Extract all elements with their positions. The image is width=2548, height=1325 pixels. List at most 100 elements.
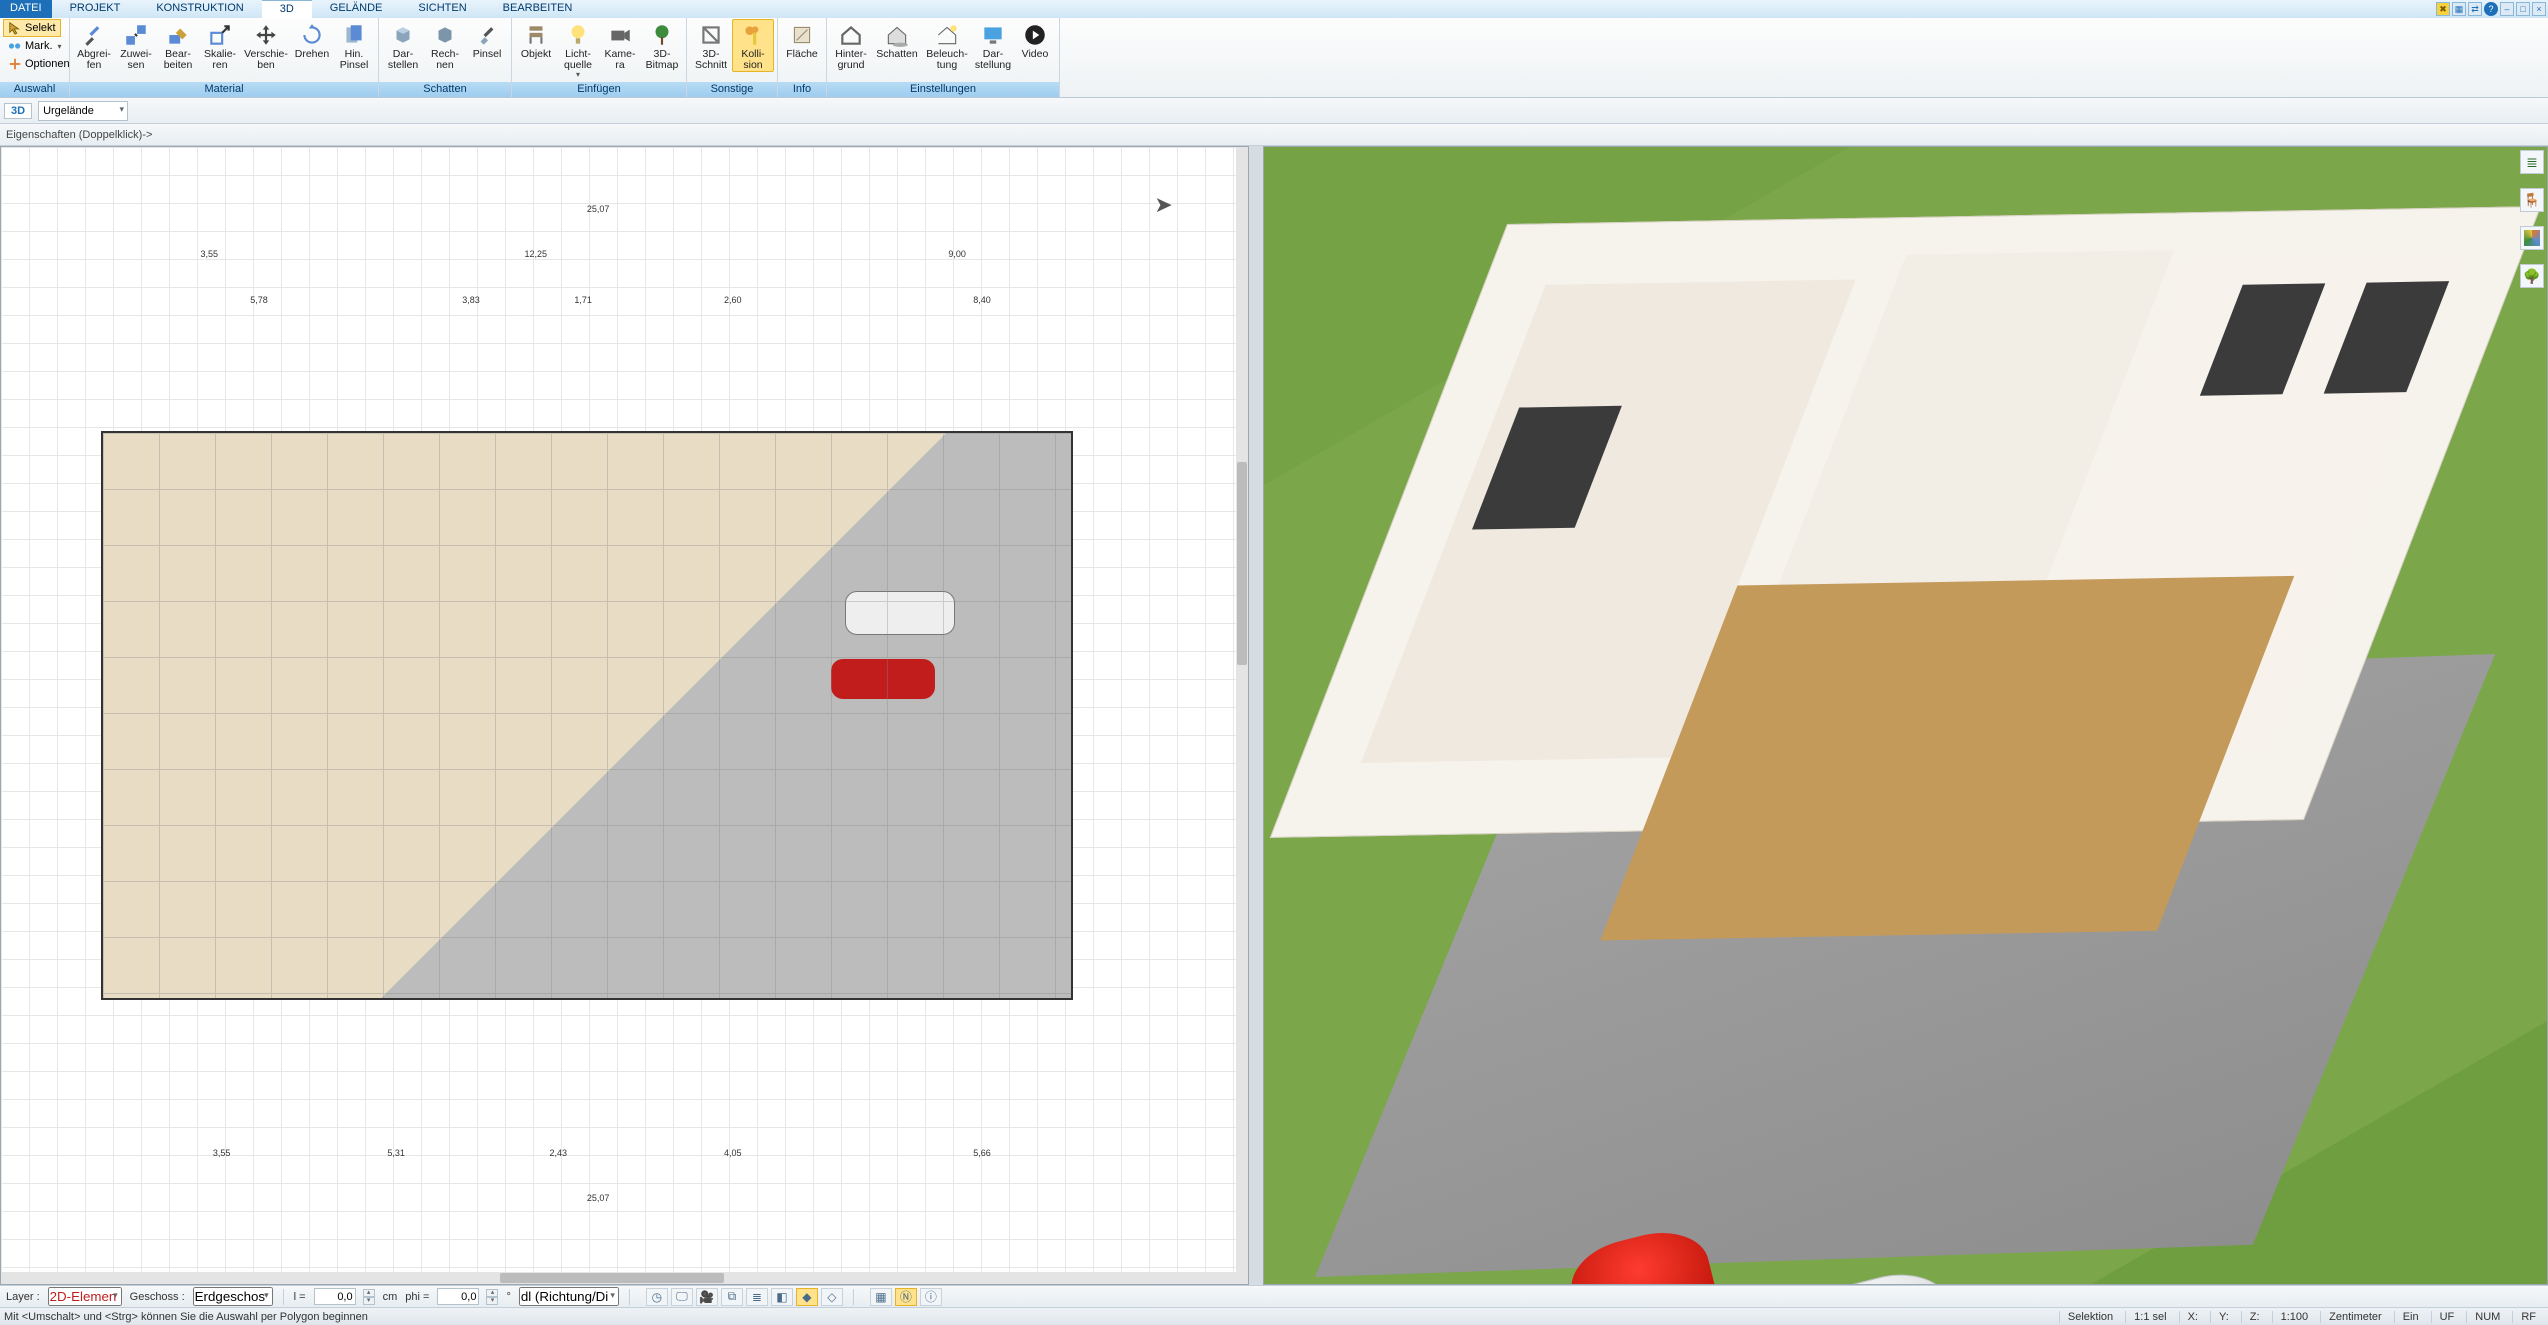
minimize-button[interactable]: – — [2500, 2, 2514, 16]
close-button[interactable]: × — [2532, 2, 2546, 16]
side-tree-button[interactable]: 🌳 — [2520, 264, 2544, 288]
side-tool-strip: ≣ 🪑 🌳 — [2518, 150, 2546, 288]
scrollbar-thumb[interactable] — [500, 1273, 724, 1283]
side-furniture-button[interactable]: 🪑 — [2520, 188, 2544, 212]
schnitt3d-button[interactable]: 3D- Schnitt — [690, 19, 732, 72]
eyedropper-icon — [81, 22, 107, 48]
kamera-button[interactable]: Kame- ra — [599, 19, 641, 72]
video-button[interactable]: Video — [1014, 19, 1056, 61]
layers-toggle[interactable]: ≣ — [746, 1288, 768, 1306]
view-toggle-row: ◷ 🖵 🎥 ⧉ ≣ ◧ ◆ ◇ — [646, 1288, 843, 1306]
cube-shadow-icon — [390, 22, 416, 48]
flaeche-label: Fläche — [786, 49, 818, 60]
copy-toggle[interactable]: ⧉ — [721, 1288, 743, 1306]
flaeche-button[interactable]: Fläche — [781, 19, 823, 61]
menu-tab-datei[interactable]: DATEI — [0, 0, 52, 18]
info-icon: ⓘ — [925, 1288, 937, 1305]
layer-combo[interactable] — [48, 1287, 122, 1306]
beleuchtung-button[interactable]: Beleuch- tung — [922, 19, 972, 72]
beleuchtung-label: Beleuch- tung — [926, 49, 967, 71]
video-label: Video — [1022, 49, 1049, 60]
swap-window-icon[interactable]: ⇄ — [2468, 2, 2482, 16]
darstellung-button[interactable]: Dar- stellung — [972, 19, 1014, 72]
geschoss-combo[interactable] — [193, 1287, 273, 1306]
lichtquelle-button[interactable]: Licht- quelle ▾ — [557, 19, 599, 80]
plane-icon: ◆ — [802, 1290, 811, 1304]
mode-3d-badge[interactable]: 3D — [4, 103, 32, 119]
phi-spinner[interactable]: ▴▾ — [486, 1289, 498, 1305]
layer-combo-wrap — [48, 1287, 122, 1306]
l-input[interactable] — [314, 1288, 356, 1305]
side-palette-button[interactable] — [2520, 226, 2544, 250]
schatten-settings-button[interactable]: Schatten — [872, 19, 922, 61]
edit-icon — [165, 22, 191, 48]
option-bar: Layer : Geschoss : l = ▴▾ cm phi = ▴▾ ° … — [0, 1285, 2548, 1307]
verschieben-button[interactable]: Verschie- ben — [241, 19, 291, 72]
tree-icon — [649, 22, 675, 48]
north-snap-toggle[interactable]: Ⓝ — [895, 1288, 917, 1306]
objekt-button[interactable]: Objekt — [515, 19, 557, 61]
side-layers-button[interactable]: ≣ — [2520, 150, 2544, 174]
kollision-label: Kolli- sion — [741, 49, 764, 71]
terrain-combo[interactable] — [38, 101, 128, 121]
separator — [283, 1289, 284, 1305]
selekt-button[interactable]: Selekt — [3, 19, 61, 37]
house-bg-icon — [838, 22, 864, 48]
layers-window-icon[interactable]: ▦ — [2452, 2, 2466, 16]
move-icon — [253, 22, 279, 48]
abgreifen-button[interactable]: Abgrei- fen — [73, 19, 115, 72]
info-toggle[interactable]: ⓘ — [920, 1288, 942, 1306]
hintergrund-button[interactable]: Hinter- grund — [830, 19, 872, 72]
pinsel-button[interactable]: Pinsel — [466, 19, 508, 61]
grid-snap-toggle[interactable]: ▦ — [870, 1288, 892, 1306]
optionen-button[interactable]: Optionen — [3, 55, 75, 73]
maximize-button[interactable]: □ — [2516, 2, 2530, 16]
scrollbar-horizontal-2d[interactable] — [1, 1272, 1248, 1284]
menu-tab-bearbeiten[interactable]: BEARBEITEN — [485, 0, 591, 18]
kollision-button[interactable]: Kolli- sion — [732, 19, 774, 72]
clock-toggle[interactable]: ◷ — [646, 1288, 668, 1306]
selekt-label: Selekt — [25, 22, 56, 34]
phi-input[interactable] — [437, 1288, 479, 1305]
monitor-toggle[interactable]: 🖵 — [671, 1288, 693, 1306]
viewport-2d[interactable]: ➤ 25,07 3,55 12,25 9,00 5,78 3,83 1,71 2… — [0, 146, 1249, 1285]
dim-top1-0: 3,55 — [200, 249, 218, 259]
hinpinsel-button[interactable]: Hin. Pinsel — [333, 19, 375, 72]
brush-back-icon — [341, 22, 367, 48]
dl-combo[interactable] — [519, 1287, 619, 1306]
viewport-3d[interactable] — [1263, 146, 2548, 1285]
camera-toggle[interactable]: 🎥 — [696, 1288, 718, 1306]
mark-button[interactable]: Mark. ▾ — [3, 37, 67, 55]
skalieren-button[interactable]: Skalie- ren — [199, 19, 241, 72]
status-ein: Ein — [2394, 1311, 2427, 1323]
plane-toggle[interactable]: ◆ — [796, 1288, 818, 1306]
menu-tab-konstruktion[interactable]: KONSTRUKTION — [138, 0, 261, 18]
status-unit: Zentimeter — [2320, 1311, 2390, 1323]
menu-tab-sichten[interactable]: SICHTEN — [400, 0, 484, 18]
pinsel-label: Pinsel — [473, 49, 502, 60]
bearbeiten-button[interactable]: Bear- beiten — [157, 19, 199, 72]
house-light-icon — [934, 22, 960, 48]
stack-toggle[interactable]: ◧ — [771, 1288, 793, 1306]
tool-icon[interactable]: ✖ — [2436, 2, 2450, 16]
clock-icon: ◷ — [652, 1290, 662, 1304]
scrollbar-vertical-2d[interactable] — [1236, 147, 1248, 1272]
cursor-icon — [8, 21, 22, 35]
help-icon[interactable]: ? — [2484, 2, 2498, 16]
bitmap3d-button[interactable]: 3D- Bitmap — [641, 19, 683, 72]
wire-toggle[interactable]: ◇ — [821, 1288, 843, 1306]
menu-tab-3d[interactable]: 3D — [262, 0, 312, 18]
ribbon-panel-einfuegen: Objekt Licht- quelle ▾ Kame- ra 3D- Bitm… — [512, 18, 687, 97]
layers-icon: ≣ — [2526, 154, 2538, 171]
darstellen-button[interactable]: Dar- stellen — [382, 19, 424, 72]
pane-splitter[interactable] — [1249, 146, 1263, 1285]
rechnen-button[interactable]: Rech- nen — [424, 19, 466, 72]
floorplan-outline — [101, 431, 1073, 1000]
scrollbar-thumb[interactable] — [1237, 462, 1247, 665]
l-spinner[interactable]: ▴▾ — [363, 1289, 375, 1305]
abgreifen-label: Abgrei- fen — [77, 49, 111, 71]
drehen-button[interactable]: Drehen — [291, 19, 333, 61]
menu-tab-projekt[interactable]: PROJEKT — [52, 0, 139, 18]
zuweisen-button[interactable]: Zuwei- sen — [115, 19, 157, 72]
menu-tab-gelaende[interactable]: GELÄNDE — [312, 0, 401, 18]
